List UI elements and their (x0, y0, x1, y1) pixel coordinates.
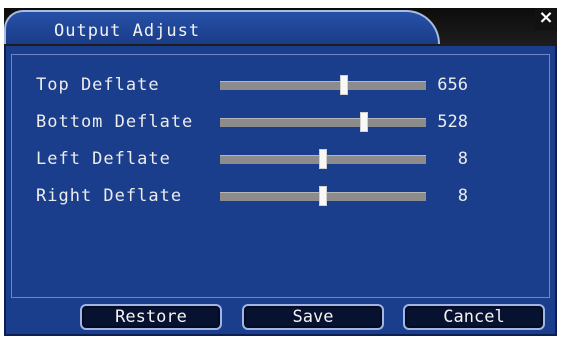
left-deflate-row: Left Deflate 8 (12, 145, 549, 173)
left-deflate-slider-handle[interactable] (319, 149, 327, 169)
right-deflate-slider[interactable] (220, 186, 426, 206)
title-tab: Output Adjust (4, 10, 440, 44)
dialog-title: Output Adjust (54, 21, 201, 41)
bottom-deflate-label: Bottom Deflate (36, 112, 194, 132)
top-deflate-row: Top Deflate 656 (12, 71, 549, 99)
bottom-deflate-value: 528 (437, 112, 468, 132)
left-deflate-value: 8 (457, 149, 468, 169)
left-deflate-slider[interactable] (220, 149, 426, 169)
close-icon[interactable]: × (535, 8, 557, 30)
right-deflate-slider-handle[interactable] (319, 186, 327, 206)
title-bar: Output Adjust × (4, 8, 557, 46)
left-deflate-label: Left Deflate (36, 149, 171, 169)
top-deflate-value: 656 (437, 75, 468, 95)
top-deflate-slider[interactable] (220, 75, 426, 95)
bottom-deflate-slider-handle[interactable] (360, 112, 369, 132)
bottom-deflate-row: Bottom Deflate 528 (12, 108, 549, 136)
top-deflate-label: Top Deflate (36, 75, 160, 95)
bottom-deflate-slider[interactable] (220, 112, 426, 132)
right-deflate-value: 8 (457, 186, 468, 206)
right-deflate-label: Right Deflate (36, 186, 183, 206)
restore-button[interactable]: Restore (80, 304, 222, 330)
cancel-button[interactable]: Cancel (403, 304, 545, 330)
top-deflate-slider-handle[interactable] (339, 75, 348, 95)
dialog-body: Top Deflate 656 Bottom Deflate 528 Left … (4, 46, 557, 336)
output-adjust-dialog: Output Adjust × Top Deflate 656 Bottom D… (4, 8, 557, 336)
settings-panel: Top Deflate 656 Bottom Deflate 528 Left … (11, 54, 550, 298)
button-bar: Restore Save Cancel (6, 298, 555, 334)
right-deflate-row: Right Deflate 8 (12, 182, 549, 210)
save-button[interactable]: Save (242, 304, 384, 330)
